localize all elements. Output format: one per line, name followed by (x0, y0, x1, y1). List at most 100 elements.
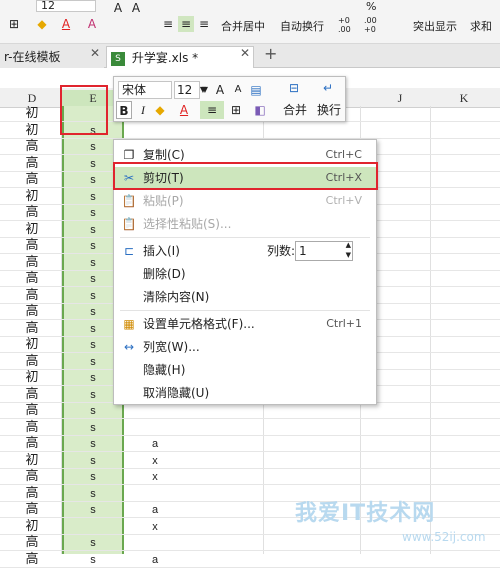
sum-button[interactable]: 求和 (470, 18, 492, 34)
cell-d[interactable]: 高 (22, 288, 42, 304)
menu-item-format-cells[interactable]: ▦ 设置单元格格式(F)... Ctrl+1 (114, 313, 376, 335)
wrap-text-button[interactable]: 自动换行 (280, 18, 324, 34)
align-center-icon[interactable]: ≡ (178, 16, 194, 32)
cell-d[interactable]: 高 (22, 156, 42, 172)
cell-d[interactable]: 高 (22, 486, 42, 502)
column-count-value[interactable]: 1 (299, 242, 307, 260)
cell-d[interactable]: 高 (22, 469, 42, 485)
cell-e[interactable]: s (62, 469, 124, 485)
menu-item-column-width[interactable]: ↔ 列宽(W)... (114, 336, 376, 358)
tab-label: 升学宴.xls * (131, 51, 199, 65)
border-icon[interactable]: ⊞ (228, 101, 244, 119)
column-header-d[interactable]: D (22, 90, 42, 106)
wrap-icon[interactable]: ↵ (319, 79, 337, 97)
tab-spreadsheet[interactable]: S 升学宴.xls * (106, 46, 254, 68)
cell-d[interactable]: 高 (22, 420, 42, 436)
menu-item-paste[interactable]: 📋 粘贴(P) Ctrl+V (114, 190, 376, 212)
decrease-font-icon[interactable]: A (128, 0, 144, 16)
cell-d[interactable]: 初 (22, 337, 42, 353)
cell-e[interactable]: s (62, 420, 124, 436)
clear-format-icon[interactable]: A (84, 16, 100, 32)
increase-font-icon[interactable]: A (110, 0, 126, 16)
fill-color-icon[interactable]: ◆ (34, 16, 50, 32)
cell-e[interactable]: s (62, 502, 124, 518)
cell-d[interactable]: 高 (22, 205, 42, 221)
decimal-increase-icon[interactable]: +0.00 (338, 16, 351, 34)
merge-cells-icon[interactable]: ⊟ (285, 79, 303, 97)
cell-d[interactable]: 初 (22, 123, 42, 139)
cell-e[interactable]: s (62, 403, 124, 419)
cell-f[interactable]: a (145, 502, 165, 518)
menu-item-unhide[interactable]: 取消隐藏(U) (114, 382, 376, 404)
close-icon[interactable]: ✕ (240, 46, 250, 60)
menu-item-paste-special[interactable]: 📋 选择性粘贴(S)... (114, 213, 376, 235)
cell-d[interactable]: 高 (22, 172, 42, 188)
cell-d[interactable]: 初 (22, 222, 42, 238)
cell-f[interactable]: x (145, 469, 165, 485)
chevron-down-icon[interactable]: ▼ (200, 81, 210, 99)
align-right-icon[interactable]: ≡ (196, 16, 212, 32)
font-size-box[interactable]: 12 (36, 0, 96, 12)
font-name-box[interactable]: 宋体 (118, 81, 172, 99)
percent-button[interactable]: % (366, 0, 376, 13)
cell-d[interactable]: 高 (22, 354, 42, 370)
font-color-icon[interactable]: A (58, 16, 74, 32)
menu-item-hide[interactable]: 隐藏(H) (114, 359, 376, 381)
font-color-icon[interactable]: A (176, 101, 192, 119)
cell-d[interactable]: 高 (22, 271, 42, 287)
italic-button[interactable]: I (136, 101, 150, 119)
wrap-button[interactable]: 换行 (314, 101, 344, 119)
cell-f[interactable]: x (145, 453, 165, 469)
cell-d[interactable]: 高 (22, 502, 42, 518)
cell-f[interactable]: a (145, 436, 165, 452)
column-header-j[interactable]: J (390, 90, 410, 106)
tab-online-template[interactable]: r-在线模板 (0, 46, 104, 68)
fill-color-icon[interactable]: ◆ (152, 101, 168, 119)
merge-center-button[interactable]: 合并居中 (221, 18, 265, 34)
cell-d[interactable]: 高 (22, 255, 42, 271)
cell-d[interactable]: 高 (22, 321, 42, 337)
close-icon[interactable]: ✕ (90, 46, 100, 60)
cell-d[interactable]: 高 (22, 436, 42, 452)
spinner-down-icon[interactable]: ▼ (346, 251, 351, 260)
border-icon[interactable]: ⊞ (6, 16, 22, 32)
cell-e[interactable]: s (62, 453, 124, 469)
merge-button[interactable]: 合并 (280, 101, 310, 119)
align-left-icon[interactable]: ≡ (160, 16, 176, 32)
spinner-up-icon[interactable]: ▲ (346, 241, 351, 250)
cell-e[interactable]: s (62, 436, 124, 452)
cell-d[interactable]: 高 (22, 403, 42, 419)
mini-format-toolbar: 宋体 ▼ 12 ▼ A A ▤ B I ◆ A ≡ ⊞ ◧ ⊟ 合并 ↵ 换行 (113, 76, 346, 122)
bold-button[interactable]: B (116, 101, 132, 119)
cell-d[interactable]: 高 (22, 304, 42, 320)
cell-d[interactable]: 高 (22, 139, 42, 155)
decrease-font-icon[interactable]: A (230, 81, 246, 99)
decimal-decrease-icon[interactable]: .00 +0 (364, 16, 377, 34)
cell-e[interactable]: s (62, 535, 124, 551)
menu-item-delete[interactable]: 删除(D) (114, 263, 376, 285)
cell-d[interactable]: 初 (22, 519, 42, 535)
menu-separator (120, 310, 370, 311)
cell-e[interactable] (62, 519, 124, 535)
new-tab-icon[interactable]: + (264, 44, 277, 63)
cell-f[interactable]: x (145, 519, 165, 535)
format-painter-icon[interactable]: ▤ (248, 81, 264, 99)
cell-d[interactable]: 高 (22, 387, 42, 403)
cell-d[interactable]: 初 (22, 189, 42, 205)
cell-d[interactable]: 初 (22, 370, 42, 386)
cell-d[interactable]: 高 (22, 238, 42, 254)
cell-d[interactable]: 初 (22, 106, 42, 122)
column-count-spinner[interactable]: 1 ▲ ▼ (295, 241, 353, 261)
tab-label: r-在线模板 (4, 50, 61, 64)
increase-font-icon[interactable]: A (212, 81, 228, 99)
eraser-icon[interactable]: ◧ (252, 101, 268, 119)
menu-item-clear-contents[interactable]: 清除内容(N) (114, 286, 376, 308)
font-size-box[interactable]: 12 (174, 81, 200, 99)
column-header-k[interactable]: K (454, 90, 474, 106)
menu-item-insert[interactable]: ⊏ 插入(I) 列数: 1 ▲ ▼ (114, 240, 376, 262)
cell-e[interactable]: s (62, 486, 124, 502)
cell-d[interactable]: 高 (22, 535, 42, 551)
conditional-highlight-button[interactable]: 突出显示 (413, 18, 457, 34)
cell-d[interactable]: 初 (22, 453, 42, 469)
align-center-icon[interactable]: ≡ (200, 101, 224, 119)
